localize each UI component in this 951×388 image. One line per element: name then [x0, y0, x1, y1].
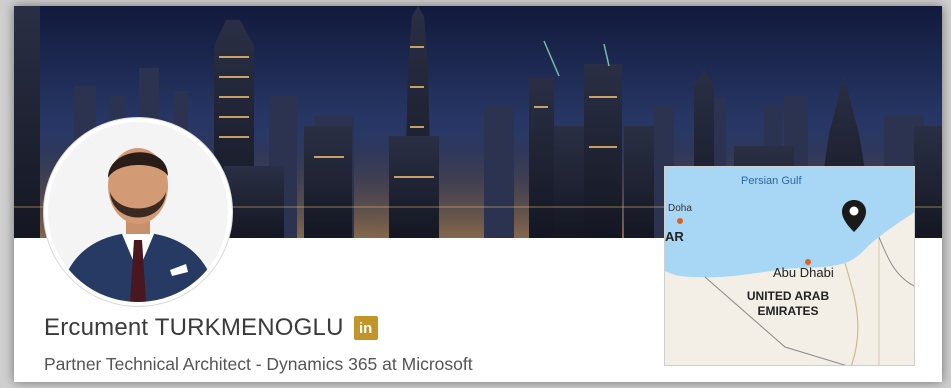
map-city-doha: Doha — [668, 203, 692, 214]
avatar-photo — [48, 122, 228, 302]
map-country-label: UNITED ARAB EMIRATES — [733, 289, 843, 319]
profile-card: Ercument TURKMENOGLU in Partner Technica… — [14, 6, 942, 382]
map-country-line2: EMIRATES — [757, 304, 819, 318]
location-pin-icon — [841, 199, 867, 233]
profile-avatar[interactable] — [44, 118, 232, 306]
map-country-fragment: AR — [665, 229, 684, 244]
map-water-label: Persian Gulf — [741, 175, 802, 187]
profile-headline: Partner Technical Architect - Dynamics 3… — [44, 354, 473, 374]
linkedin-icon[interactable]: in — [353, 316, 378, 340]
map-country-line1: UNITED ARAB — [746, 289, 830, 303]
profile-name-row: Ercument TURKMENOGLU in — [44, 314, 378, 342]
map-city-label: Abu Dhabi — [773, 265, 834, 280]
location-map[interactable]: Persian Gulf Doha AR Abu Dhabi UNITED AR… — [664, 166, 915, 366]
profile-name: Ercument TURKMENOGLU — [44, 314, 344, 341]
